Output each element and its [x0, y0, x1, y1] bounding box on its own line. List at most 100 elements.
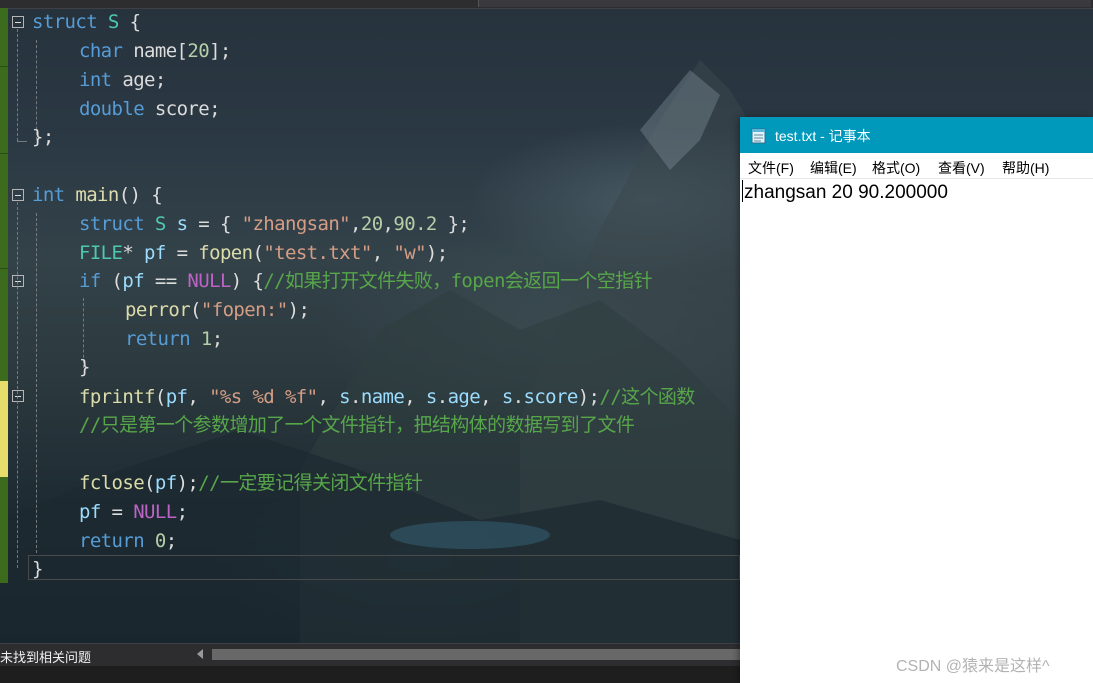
scroll-left-arrow-icon[interactable] — [197, 649, 203, 659]
code-token: ( — [144, 472, 155, 494]
margin-divider — [0, 66, 8, 67]
code-token: , — [404, 386, 426, 408]
code-token: pf — [144, 242, 166, 264]
indent-guide — [36, 213, 37, 553]
code-token: = { — [187, 213, 242, 235]
code-line[interactable]: if (pf == NULL) {//如果打开文件失败，fopen会返回一个空指… — [79, 270, 653, 292]
menu-format[interactable]: 格式(O) — [872, 158, 920, 178]
code-token: { — [118, 11, 141, 33]
code-token: //只是第一个参数增加了一个文件指针，把结构体的数据写到了文件 — [79, 414, 635, 436]
watermark: CSDN @猿来是这样^ — [896, 658, 1050, 675]
code-token: name — [360, 386, 405, 408]
code-line[interactable]: double score; — [79, 98, 221, 120]
collapse-icon[interactable] — [12, 189, 24, 201]
issues-status[interactable]: 未找到相关问题 — [0, 647, 91, 666]
current-line-highlight — [28, 555, 740, 580]
code-line[interactable]: int main() { — [32, 184, 163, 206]
code-token: fclose — [79, 472, 145, 494]
code-token: fprintf — [79, 386, 155, 408]
code-line[interactable]: FILE* pf = fopen("test.txt", "w"); — [79, 242, 448, 264]
fold-guide — [17, 141, 27, 142]
code-token: S — [154, 213, 166, 235]
code-token: int — [79, 69, 112, 91]
code-token: //一定要记得关闭文件指针 — [198, 472, 423, 494]
code-token: }; — [32, 126, 54, 148]
code-token: 20 — [360, 213, 383, 235]
menu-help[interactable]: 帮助(H) — [1002, 158, 1049, 178]
code-token: main — [75, 184, 119, 206]
code-token: "fopen:" — [200, 299, 288, 321]
code-token: ; — [176, 501, 188, 523]
code-line[interactable]: fclose(pf);//一定要记得关闭文件指针 — [79, 472, 423, 494]
collapse-icon[interactable] — [12, 390, 24, 402]
code-line[interactable]: int age; — [79, 69, 166, 91]
code-token: return — [79, 530, 145, 552]
code-token: name[ — [122, 40, 188, 62]
notepad-titlebar[interactable]: test.txt - 记事本 — [740, 117, 1093, 153]
code-token: . — [436, 386, 448, 408]
code-token: , — [317, 386, 340, 408]
collapse-icon[interactable] — [12, 275, 24, 287]
code-token: //如果打开文件失败，fopen会返回一个空指针 — [263, 270, 652, 292]
code-token: ( — [100, 270, 123, 292]
code-token: 20 — [187, 40, 210, 62]
code-token: = — [165, 242, 199, 264]
editor-tab[interactable] — [478, 0, 1091, 7]
code-line[interactable]: return 1; — [125, 328, 223, 350]
code-token: score — [523, 386, 579, 408]
horizontal-scrollbar-thumb[interactable] — [212, 649, 740, 660]
code-token: pf — [154, 472, 177, 494]
code-token: age; — [111, 69, 166, 91]
code-token: struct — [79, 213, 145, 235]
code-line[interactable]: } — [79, 356, 90, 378]
code-token: NULL — [133, 501, 177, 523]
code-token: ); — [287, 299, 310, 321]
code-token: }; — [436, 213, 470, 235]
code-line[interactable]: struct S s = { "zhangsan",20,90.2 }; — [79, 213, 470, 235]
code-token: , — [382, 213, 394, 235]
code-line[interactable]: fprintf(pf, "%s %d %f", s.name, s.age, s… — [79, 386, 695, 408]
code-line[interactable]: struct S { — [32, 11, 141, 33]
code-token: score; — [144, 98, 221, 120]
margin-divider — [0, 153, 8, 154]
code-token: = — [100, 501, 134, 523]
notepad-text-area[interactable]: zhangsan 20 90.200000 — [742, 179, 1091, 683]
menu-file[interactable]: 文件(F) — [748, 158, 794, 178]
code-token: ); — [425, 242, 448, 264]
code-token: if — [79, 270, 101, 292]
code-token: ; — [165, 530, 177, 552]
code-token: //这个函数 — [599, 386, 695, 408]
code-token: perror — [125, 299, 191, 321]
code-token: . — [512, 386, 524, 408]
code-line[interactable]: }; — [32, 126, 54, 148]
code-token: ; — [211, 328, 223, 350]
code-token: char — [79, 40, 123, 62]
menu-view[interactable]: 查看(V) — [938, 158, 985, 178]
code-token: FILE — [79, 242, 123, 264]
menu-edit[interactable]: 编辑(E) — [810, 158, 857, 178]
notepad-menubar: 文件(F) 编辑(E) 格式(O) 查看(V) 帮助(H) — [740, 153, 1093, 179]
code-token: 1 — [200, 328, 212, 350]
code-token: ); — [176, 472, 199, 494]
code-token: ) { — [230, 270, 264, 292]
code-token: return — [125, 328, 191, 350]
code-token: int — [32, 184, 65, 206]
notepad-window[interactable]: test.txt - 记事本 文件(F) 编辑(E) 格式(O) 查看(V) 帮… — [740, 117, 1093, 683]
code-token: . — [350, 386, 361, 408]
fold-guide — [17, 202, 18, 568]
collapse-icon[interactable] — [12, 16, 24, 28]
code-line[interactable]: char name[20]; — [79, 40, 231, 62]
code-line[interactable]: return 0; — [79, 530, 177, 552]
code-token: pf — [79, 501, 101, 523]
code-token: ]; — [209, 40, 231, 62]
code-line[interactable]: //只是第一个参数增加了一个文件指针，把结构体的数据写到了文件 — [79, 414, 635, 436]
code-line[interactable]: perror("fopen:"); — [125, 299, 310, 321]
code-token: , — [480, 386, 502, 408]
code-token: ( — [190, 299, 201, 321]
code-line[interactable]: pf = NULL; — [79, 501, 188, 523]
